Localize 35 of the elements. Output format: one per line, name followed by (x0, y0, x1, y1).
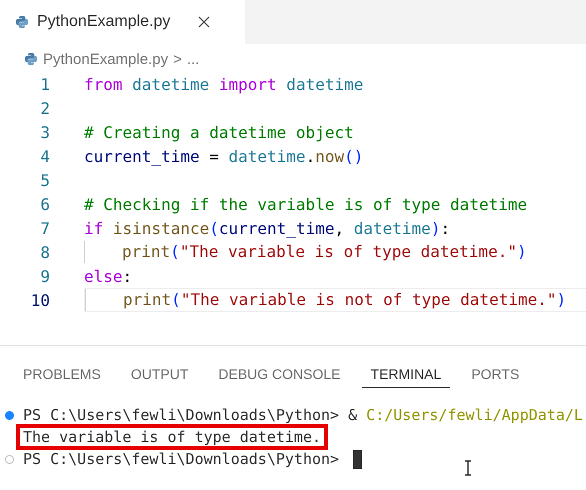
panel-tab[interactable]: TERMINAL (362, 360, 450, 388)
code-line: print("The variable is not of type datetime.") (85, 289, 566, 311)
line-number: 6 (39, 194, 51, 214)
line-number: 2 (39, 98, 51, 118)
panel-tab[interactable]: PROBLEMS (14, 360, 110, 388)
panel-tab[interactable]: PORTS (462, 360, 528, 388)
breadcrumb-file[interactable]: PythonExample.py (43, 50, 168, 68)
code-line: current_time = datetime.now() (84, 146, 364, 166)
line-number: 5 (39, 170, 51, 190)
panel-tab[interactable]: DEBUG CONSOLE (209, 360, 350, 388)
line-number: 4 (39, 146, 51, 166)
code-line: print("The variable is of type datetime.") (84, 241, 527, 263)
code-line: from datetime import datetime (84, 74, 364, 94)
code-line: # Creating a datetime object (84, 122, 354, 142)
python-icon (24, 52, 38, 66)
code-line: if isinstance(current_time, datetime): (84, 218, 450, 238)
line-number: 7 (39, 218, 51, 238)
line-number: 10 (30, 290, 51, 310)
close-icon[interactable] (198, 16, 210, 28)
line-number: 3 (39, 122, 51, 142)
terminal-line: PS C:\Users\fewli\Downloads\Python> (22, 450, 340, 468)
panel-tab[interactable]: OUTPUT (122, 360, 198, 388)
terminal-line: PS C:\Users\fewli\Downloads\Python> & C:/Users/fewli/AppData/L (22, 406, 583, 424)
line-number: 1 (39, 74, 51, 94)
terminal-line: The variable is of type datetime. (19, 427, 326, 447)
tab-label: PythonExample.py (37, 13, 170, 31)
code-line: else: (84, 266, 132, 286)
code-line: # Checking if the variable is of type datetime (84, 194, 528, 214)
python-icon (15, 15, 29, 29)
breadcrumb-separator: > (173, 50, 182, 68)
line-number: 9 (39, 266, 51, 286)
text-cursor-icon (464, 460, 472, 476)
breadcrumb-more[interactable]: ... (186, 50, 200, 68)
editor-tab[interactable]: PythonExample.py (0, 0, 245, 44)
line-number: 8 (39, 242, 51, 262)
